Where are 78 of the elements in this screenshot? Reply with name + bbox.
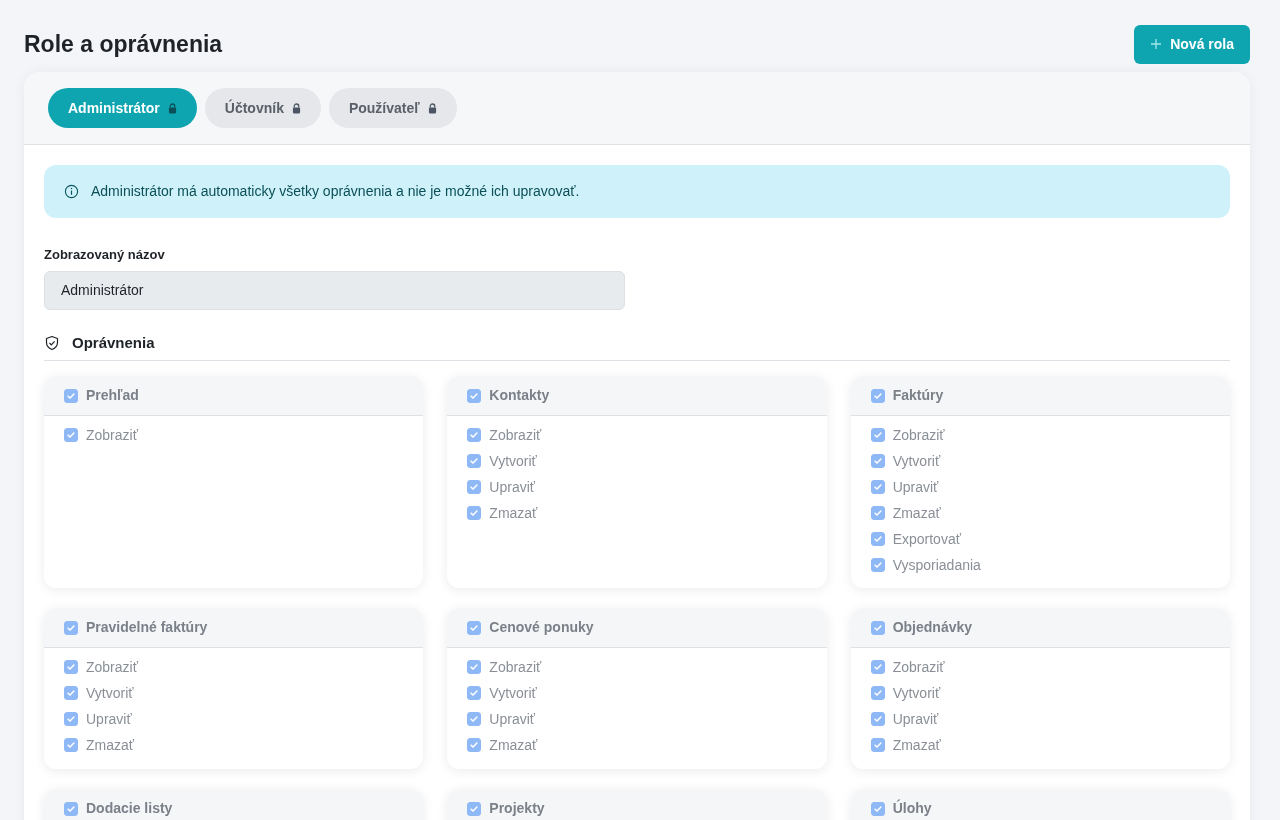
- permission-label: Zobraziť: [489, 657, 542, 677]
- checkmark-icon: [66, 714, 76, 724]
- permission-label: Vytvoriť: [489, 451, 537, 471]
- group-title: Objednávky: [892, 618, 973, 637]
- checkmark-icon: [66, 662, 76, 672]
- info-text: Administrátor má automaticky všetky oprávnenia a nie je možné ich upravovať.: [91, 182, 580, 201]
- group-title: Dodacie listy: [86, 799, 173, 818]
- role-tab[interactable]: Používateľ: [328, 88, 457, 128]
- permission-label: Upraviť: [892, 477, 939, 497]
- group-title: Faktúry: [892, 386, 944, 405]
- permission-label: Zobraziť: [86, 657, 138, 677]
- group-title: Prehľad: [86, 386, 139, 405]
- checkmark-icon: [872, 714, 883, 724]
- checkmark-icon: [872, 390, 883, 401]
- permission-label: Zobraziť: [892, 425, 945, 445]
- checkmark-icon: [66, 430, 76, 440]
- checkmark-icon: [872, 740, 883, 750]
- permission-label: Upraviť: [892, 709, 939, 729]
- checkmark-icon: [469, 430, 480, 440]
- checkmark-icon: [872, 430, 883, 440]
- checkmark-icon: [469, 622, 480, 633]
- checkmark-icon: [872, 534, 883, 544]
- checkmark-icon: [469, 456, 480, 466]
- permission-label: Zobraziť: [489, 425, 542, 445]
- permission-label: Vytvoriť: [86, 683, 134, 703]
- permission-label: Vysporiadania: [892, 555, 981, 575]
- group-title: Pravidelné faktúry: [86, 618, 208, 637]
- checkmark-icon: [872, 560, 883, 570]
- group-title: Úlohy: [892, 798, 932, 818]
- permission-label: Upraviť: [489, 709, 536, 729]
- role-tab[interactable]: Administrátor: [48, 88, 197, 128]
- info-icon: [64, 184, 79, 199]
- section-title: Oprávnenia: [72, 332, 155, 353]
- group-title: Projekty: [489, 799, 545, 818]
- shield-check-icon: [44, 334, 60, 351]
- group-title: Kontakty: [489, 386, 550, 405]
- checkmark-icon: [872, 803, 883, 814]
- checkmark-icon: [469, 482, 480, 492]
- checkmark-icon: [66, 688, 76, 698]
- permission-label: Zmazať: [86, 735, 135, 755]
- permission-label: Upraviť: [489, 477, 536, 497]
- lock-icon: [427, 102, 437, 114]
- lock-icon: [291, 102, 301, 114]
- checkmark-icon: [872, 662, 883, 672]
- lock-icon: [167, 102, 177, 114]
- checkmark-icon: [66, 622, 76, 633]
- permission-label: Zobraziť: [892, 657, 945, 677]
- permission-label: Zmazať: [489, 735, 538, 755]
- new-role-button[interactable]: Nová rola: [1134, 24, 1250, 64]
- checkmark-icon: [469, 714, 480, 724]
- checkmark-icon: [469, 662, 480, 672]
- permission-label: Upraviť: [86, 709, 132, 729]
- plus-icon: [1150, 38, 1163, 50]
- checkmark-icon: [872, 622, 883, 633]
- permission-label: Vytvoriť: [489, 683, 537, 703]
- group-title: Cenové ponuky: [489, 618, 594, 637]
- checkmark-icon: [66, 740, 76, 750]
- checkmark-icon: [66, 390, 76, 401]
- permission-label: Vytvoriť: [892, 683, 941, 703]
- checkmark-icon: [469, 688, 480, 698]
- checkmark-icon: [872, 482, 883, 492]
- checkmark-icon: [469, 803, 480, 814]
- permission-label: Exportovať: [892, 529, 961, 549]
- checkmark-icon: [872, 688, 883, 698]
- checkmark-icon: [872, 508, 883, 518]
- permission-label: Zmazať: [892, 503, 941, 523]
- checkmark-icon: [469, 508, 480, 518]
- permission-label: Zmazať: [489, 503, 538, 523]
- checkmark-icon: [66, 803, 76, 814]
- permission-label: Zobraziť: [86, 425, 138, 445]
- permission-label: Zmazať: [892, 735, 941, 755]
- checkmark-icon: [469, 390, 480, 401]
- page-title: Role a oprávnenia: [24, 29, 223, 59]
- permission-label: Vytvoriť: [892, 451, 941, 471]
- field-label: Zobrazovaný názov: [44, 246, 166, 264]
- checkmark-icon: [872, 456, 883, 466]
- role-tab[interactable]: Účtovník: [204, 88, 321, 128]
- checkmark-icon: [469, 740, 480, 750]
